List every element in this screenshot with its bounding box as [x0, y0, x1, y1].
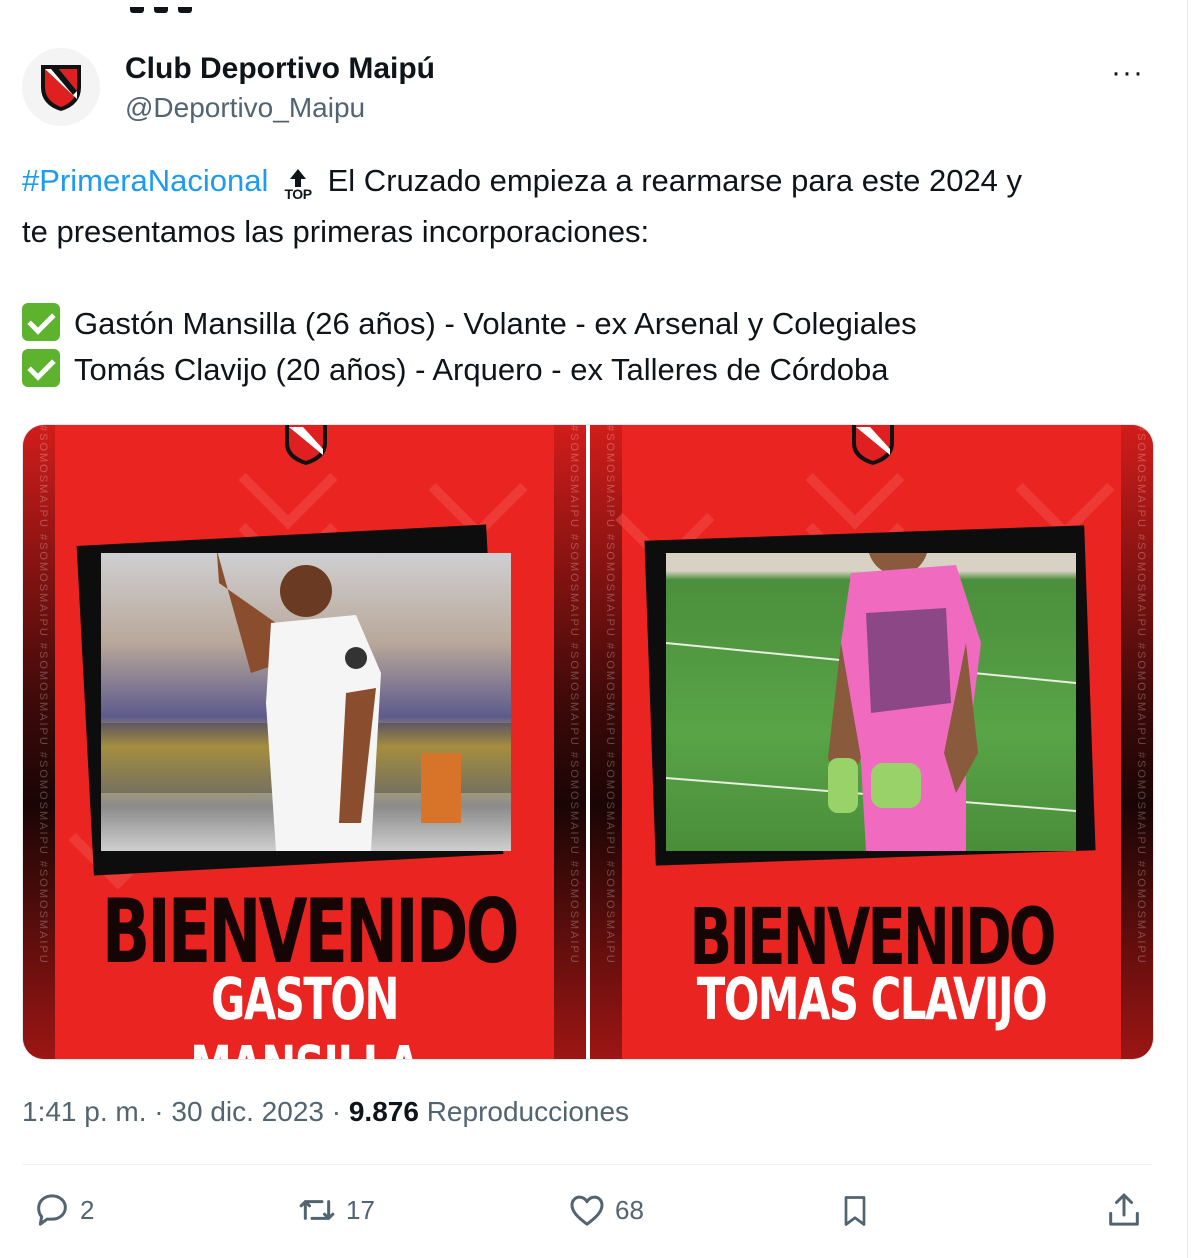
player-name: GASTON MANSILLA	[190, 965, 420, 1059]
player-figure	[101, 553, 511, 851]
reply-icon	[37, 1194, 67, 1226]
retweet-count: 17	[346, 1194, 375, 1225]
user-handle[interactable]: @Deportivo_Maipu	[125, 92, 365, 124]
player-name: TOMAS CLAVIJO	[696, 965, 1048, 1033]
signing-item: Gastón Mansilla (26 años) - Volante - ex…	[22, 301, 1162, 347]
action-bar: 2 17 68	[22, 1190, 1152, 1240]
side-strip: #SOMOSMAIPU #SOMOSMAIPU #SOMOSMAIPU #SOM…	[1121, 425, 1153, 1059]
more-options-button[interactable]: ···	[1111, 56, 1144, 90]
share-icon	[1109, 1193, 1139, 1226]
player-figure	[666, 553, 1076, 851]
tweet-meta: 1:41 p. m. · 30 dic. 2023 · 9.876 Reprod…	[22, 1096, 629, 1128]
bookmark-icon	[844, 1196, 866, 1226]
media-image-clavijo[interactable]: #SOMOSMAIPU #SOMOSMAIPU #SOMOSMAIPU #SOM…	[590, 425, 1153, 1059]
avatar[interactable]	[22, 48, 100, 126]
previous-content-edge	[130, 0, 230, 13]
tweet-header: Club Deportivo Maipú @Deportivo_Maipu ··…	[22, 46, 1172, 126]
reply-count: 2	[80, 1194, 95, 1225]
signing-item: Tomás Clavijo (20 años) - Arquero - ex T…	[22, 347, 1162, 393]
timestamp-link[interactable]: 1:41 p. m. · 30 dic. 2023 ·	[22, 1096, 349, 1127]
club-crest-icon	[41, 65, 81, 111]
like-button[interactable]: 68	[567, 1190, 644, 1230]
side-strip: #SOMOSMAIPU #SOMOSMAIPU #SOMOSMAIPU #SOM…	[23, 425, 55, 1059]
media-image-mansilla[interactable]: #SOMOSMAIPU #SOMOSMAIPU #SOMOSMAIPU #SOM…	[23, 425, 586, 1059]
bookmark-button[interactable]	[837, 1190, 873, 1232]
top-arrow-icon: TOP	[277, 169, 319, 209]
player-photo	[666, 553, 1076, 851]
tweet-line-1-text: El Cruzado empieza a rearmarse para este…	[319, 163, 1023, 198]
tweet-line-2: te presentamos las primeras incorporacio…	[22, 214, 650, 249]
club-crest-icon	[285, 425, 327, 465]
views-count: 9.876	[348, 1096, 419, 1127]
divider	[22, 1164, 1152, 1165]
side-strip: #SOMOSMAIPU #SOMOSMAIPU #SOMOSMAIPU #SOM…	[554, 425, 586, 1059]
heart-icon	[570, 1195, 604, 1226]
check-mark-icon	[22, 303, 60, 341]
media-grid: #SOMOSMAIPU #SOMOSMAIPU #SOMOSMAIPU #SOM…	[22, 424, 1154, 1060]
share-button[interactable]	[1104, 1190, 1144, 1230]
tweet-text: #PrimeraNacional TOP El Cruzado empieza …	[22, 158, 1162, 393]
reply-button[interactable]: 2	[32, 1190, 94, 1230]
tweet-line-1: #PrimeraNacional TOP El Cruzado empieza …	[22, 158, 1162, 209]
display-name[interactable]: Club Deportivo Maipú	[125, 52, 435, 86]
retweet-icon	[299, 1200, 335, 1220]
scrollbar-track[interactable]	[1187, 0, 1200, 1258]
like-count: 68	[615, 1194, 644, 1225]
retweet-button[interactable]: 17	[296, 1190, 375, 1230]
player-photo	[101, 553, 511, 851]
check-mark-icon	[22, 349, 60, 387]
chevron-decoration	[1015, 440, 1115, 540]
hashtag-link[interactable]: #PrimeraNacional	[22, 163, 268, 198]
views-label: Reproducciones	[418, 1096, 630, 1127]
club-crest-icon	[852, 425, 894, 465]
